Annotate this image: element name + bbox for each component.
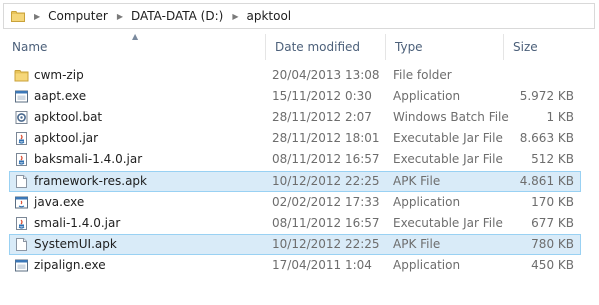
file-row[interactable]: framework-res.apk 10/12/2012 22:25 APK Fil… — [9, 171, 581, 192]
breadcrumb-drive[interactable]: DATA-DATA (D:) — [131, 9, 223, 23]
address-bar[interactable]: ▶ Computer ▶ DATA-DATA (D:) ▶ apktool — [3, 3, 595, 29]
file-date-modified: 17/04/2011 1:04 — [272, 258, 372, 272]
file-row[interactable]: baksmali-1.4.0.jar 08/11/2012 16:57 Execut… — [9, 149, 581, 170]
file-name: SystemUI.apk — [34, 237, 117, 251]
file-name: aapt.exe — [34, 89, 87, 103]
file-date-modified: 15/11/2012 0:30 — [272, 89, 372, 103]
sort-ascending-icon: ▲ — [132, 32, 139, 41]
folder-icon — [11, 10, 25, 22]
file-row[interactable]: aapt.exe 15/11/2012 0:30 Application 5.972 … — [9, 86, 581, 107]
breadcrumb-apktool[interactable]: apktool — [246, 9, 291, 23]
file-type: Executable Jar File — [393, 152, 503, 166]
file-size: 1 KB — [546, 110, 574, 124]
breadcrumb-separator-icon[interactable]: ▶ — [117, 12, 123, 21]
breadcrumb-computer[interactable]: Computer — [48, 9, 108, 23]
file-name: apktool.bat — [34, 110, 103, 124]
file-row[interactable]: apktool.jar 28/11/2012 18:01 Executable Ja… — [9, 128, 581, 149]
file-size: 677 KB — [531, 216, 574, 230]
file-type: APK File — [393, 237, 441, 251]
file-name: smali-1.4.0.jar — [34, 216, 121, 230]
scrollbar[interactable] — [585, 34, 599, 305]
batch-file-icon — [14, 110, 29, 125]
file-type: Application — [393, 89, 461, 103]
breadcrumb-separator-icon[interactable]: ▶ — [232, 12, 238, 21]
file-date-modified: 02/02/2012 17:33 — [272, 195, 380, 209]
breadcrumb-separator-icon[interactable]: ▶ — [34, 12, 40, 21]
file-name: cwm-zip — [34, 68, 84, 82]
file-name: zipalign.exe — [34, 258, 106, 272]
file-size: 450 KB — [531, 258, 574, 272]
file-date-modified: 10/12/2012 22:25 — [272, 174, 380, 188]
file-date-modified: 08/11/2012 16:57 — [272, 216, 380, 230]
file-name: framework-res.apk — [34, 174, 147, 188]
file-row[interactable]: cwm-zip 20/04/2013 13:08 File folder — [9, 65, 581, 86]
file-size: 4.861 KB — [519, 174, 574, 188]
file-row[interactable]: zipalign.exe 17/04/2011 1:04 Application 45… — [9, 255, 581, 276]
file-date-modified: 10/12/2012 22:25 — [272, 237, 380, 251]
java-application-icon — [14, 195, 29, 210]
file-date-modified: 20/04/2013 13:08 — [272, 68, 380, 82]
column-type-header[interactable]: Type — [385, 34, 503, 60]
application-icon — [14, 258, 29, 273]
jar-file-icon — [14, 152, 29, 167]
file-type: Application — [393, 258, 461, 272]
file-name: java.exe — [34, 195, 85, 209]
file-size: 5.972 KB — [519, 89, 574, 103]
file-date-modified: 28/11/2012 18:01 — [272, 131, 380, 145]
file-row[interactable]: java.exe 02/02/2012 17:33 Application 170 K… — [9, 192, 581, 213]
file-row[interactable]: smali-1.4.0.jar 08/11/2012 16:57 Executabl… — [9, 213, 581, 234]
file-size: 8.663 KB — [519, 131, 574, 145]
file-date-modified: 08/11/2012 16:57 — [272, 152, 380, 166]
column-date-header[interactable]: Date modified — [265, 34, 385, 60]
folder-icon — [14, 68, 29, 83]
file-type: Executable Jar File — [393, 216, 503, 230]
column-size-header[interactable]: Size — [503, 34, 585, 60]
file-size: 780 KB — [531, 237, 574, 251]
file-name: apktool.jar — [34, 131, 99, 145]
file-row[interactable]: SystemUI.apk 10/12/2012 22:25 APK File 780 … — [9, 234, 581, 255]
file-size: 170 KB — [531, 195, 574, 209]
blank-file-icon — [14, 237, 29, 252]
file-type: APK File — [393, 174, 441, 188]
file-type: Application — [393, 195, 461, 209]
file-name: baksmali-1.4.0.jar — [34, 152, 143, 166]
column-header: Name Date modified Type Size — [0, 34, 599, 60]
jar-file-icon — [14, 131, 29, 146]
file-type: File folder — [393, 68, 452, 82]
blank-file-icon — [14, 174, 29, 189]
explorer-window: ▶ Computer ▶ DATA-DATA (D:) ▶ apktool Na… — [0, 0, 599, 305]
application-icon — [14, 89, 29, 104]
file-type: Windows Batch File — [393, 110, 509, 124]
file-row[interactable]: apktool.bat 28/11/2012 2:07 Windows Batch … — [9, 107, 581, 128]
jar-file-icon — [14, 216, 29, 231]
file-date-modified: 28/11/2012 2:07 — [272, 110, 372, 124]
file-type: Executable Jar File — [393, 131, 503, 145]
file-size: 512 KB — [531, 152, 574, 166]
